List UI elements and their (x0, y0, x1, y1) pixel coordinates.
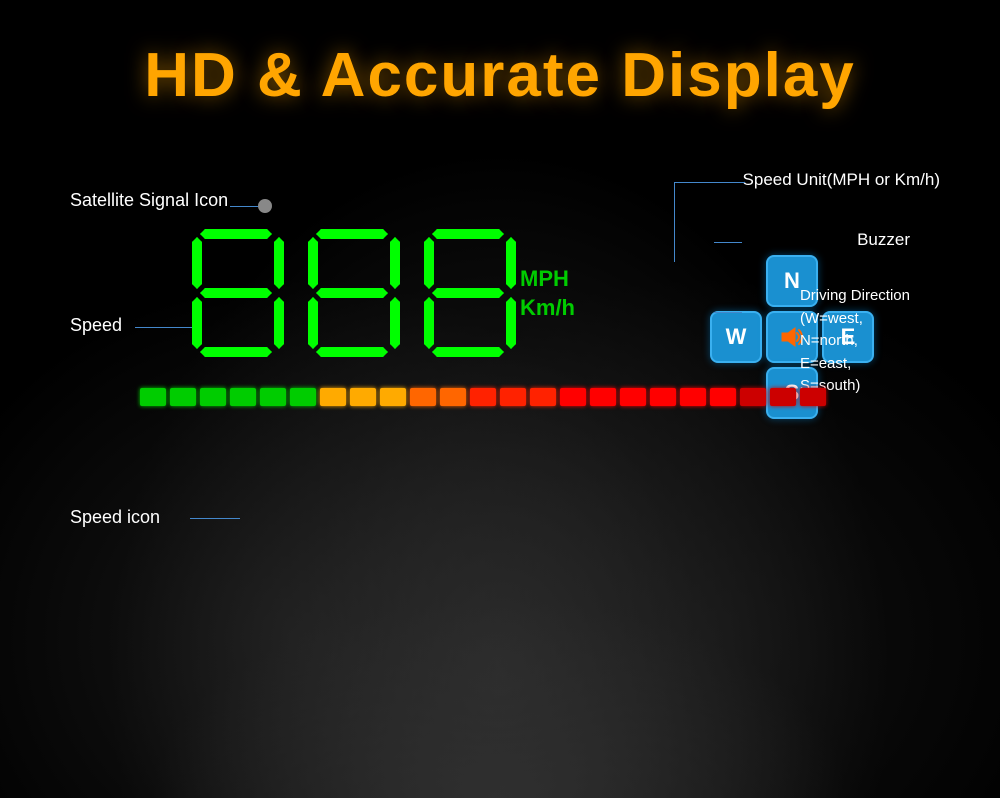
digit-1 (188, 225, 288, 365)
speed-bar-segment (620, 388, 646, 406)
seg-2-tl (308, 237, 318, 289)
speed-bar-segment (200, 388, 226, 406)
speed-label: Speed (70, 315, 122, 336)
seg-1-bot (200, 347, 272, 357)
speed-bar-segment (740, 388, 766, 406)
speed-bar-segment (230, 388, 256, 406)
seg-1-tr (274, 237, 284, 289)
seg-1-br (274, 297, 284, 349)
speed-bar-segment (170, 388, 196, 406)
speed-bar-segment (410, 388, 436, 406)
seg-1-top (200, 229, 272, 239)
display-area: Satellite Signal Icon Speed Speed icon S… (60, 170, 940, 578)
seven-segment-display (180, 225, 528, 365)
seg-2-br (390, 297, 400, 349)
compass-west: W (710, 311, 762, 363)
speed-unit-mph: MPH (520, 265, 575, 294)
seg-2-tr (390, 237, 400, 289)
device-shape (150, 598, 850, 798)
speed-unit-connector-h (675, 182, 745, 183)
speed-bar-segment (470, 388, 496, 406)
speed-bar-segment (320, 388, 346, 406)
speed-bar-segment (380, 388, 406, 406)
driving-connector-line (714, 312, 742, 313)
seg-3-mid (432, 288, 504, 298)
speed-bar-segment (770, 388, 796, 406)
seg-3-br (506, 297, 516, 349)
speed-icon-connector-line (190, 518, 240, 519)
seg-2-top (316, 229, 388, 239)
seg-3-bot (432, 347, 504, 357)
seg-3-tl (424, 237, 434, 289)
speed-bar-segment (800, 388, 826, 406)
speed-unit-label: Speed Unit(MPH or Km/h) (743, 170, 940, 190)
speed-bar-segment (140, 388, 166, 406)
speed-bar-segment (680, 388, 706, 406)
speed-bar-segment (350, 388, 376, 406)
seg-3-bl (424, 297, 434, 349)
speed-bar-segment (530, 388, 556, 406)
digit-2 (304, 225, 404, 365)
satellite-dot (258, 199, 272, 213)
buzzer-label: Buzzer (857, 230, 910, 250)
seg-3-tr (506, 237, 516, 289)
seg-1-tl (192, 237, 202, 289)
speed-unit-kmh: Km/h (520, 294, 575, 323)
speed-bar-segment (290, 388, 316, 406)
seg-2-bl (308, 297, 318, 349)
speed-bar-segment (560, 388, 586, 406)
speed-bar-segment (590, 388, 616, 406)
seg-2-bot (316, 347, 388, 357)
speed-bar-segment (440, 388, 466, 406)
satellite-signal-label: Satellite Signal Icon (70, 190, 228, 211)
speed-unit-connector-v (674, 182, 675, 262)
speed-bar (140, 386, 860, 408)
seg-3-top (432, 229, 504, 239)
page-title: HD & Accurate Display (0, 40, 1000, 111)
seg-1-mid (200, 288, 272, 298)
speed-unit-display: MPH Km/h (520, 265, 575, 322)
digit-3 (420, 225, 520, 365)
speed-icon-label: Speed icon (70, 507, 160, 528)
speed-bar-segment (710, 388, 736, 406)
speed-bar-segment (500, 388, 526, 406)
speed-bar-segment (260, 388, 286, 406)
buzzer-connector-line (714, 242, 742, 243)
compass-empty-tl (710, 255, 762, 307)
seg-1-bl (192, 297, 202, 349)
speed-bar-segment (650, 388, 676, 406)
driving-direction-label: Driving Direction (W=west, N=north, E=ea… (800, 285, 910, 398)
seg-2-mid (316, 288, 388, 298)
